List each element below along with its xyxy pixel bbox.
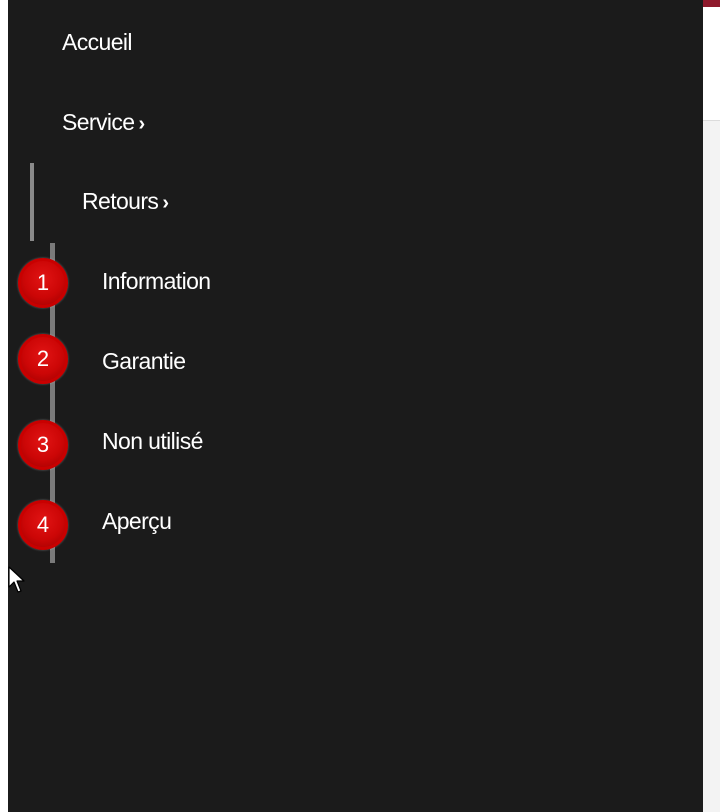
chevron-right-icon: ›: [162, 192, 169, 214]
nav-link-home-label: Accueil: [62, 29, 133, 55]
chevron-right-icon: ›: [138, 113, 146, 135]
submenu-item-apercu[interactable]: Aperçu: [102, 508, 172, 535]
mouse-pointer-icon: [8, 566, 25, 593]
submenu-item-garantie[interactable]: Garantie: [102, 348, 186, 375]
step-marker-3: 3: [18, 420, 68, 470]
page: Accueil Service › Retours › Information Ga…: [0, 0, 720, 812]
step-marker-4: 4: [18, 500, 68, 550]
submenu-indicator-bar: [30, 163, 34, 241]
nav-link-returns-label: Retours: [82, 188, 159, 214]
nav-link-service-label: Service: [62, 109, 135, 135]
submenu-item-non-utilise[interactable]: Non utilisé: [102, 428, 203, 455]
step-marker-1: 1: [18, 258, 68, 308]
nav-link-service[interactable]: Service ›: [62, 109, 145, 136]
nav-link-home[interactable]: Accueil: [62, 29, 133, 56]
main-content-area: [703, 120, 720, 812]
nav-link-returns[interactable]: Retours ›: [82, 188, 169, 215]
navigation-menu: Accueil Service › Retours ›: [8, 0, 703, 812]
accent-strip: [703, 0, 720, 7]
submenu-item-information[interactable]: Information: [102, 268, 211, 295]
step-marker-2: 2: [18, 334, 68, 384]
window-edge: [0, 0, 8, 812]
